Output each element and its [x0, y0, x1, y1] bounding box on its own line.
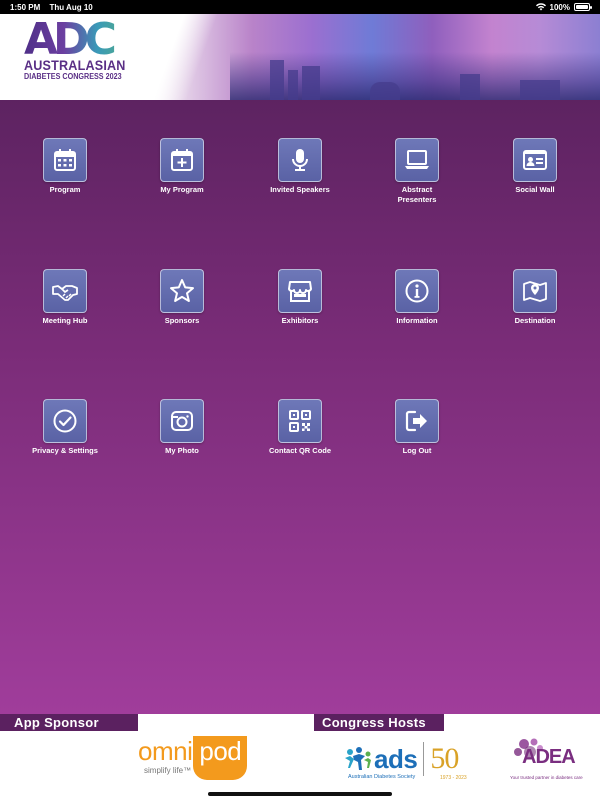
- logo-line2: DIABETES CONGRESS 2023: [24, 72, 122, 81]
- qr-code-icon: [278, 399, 322, 443]
- tile-abstract-presenters[interactable]: Abstract Presenters: [377, 138, 457, 205]
- ads-wordmark: ads: [374, 743, 418, 774]
- tile-label: Privacy & Settings: [32, 446, 98, 455]
- omnipod-logo[interactable]: omni pod simplify life™: [138, 736, 248, 780]
- tile-my-photo[interactable]: My Photo: [142, 399, 222, 456]
- tile-information[interactable]: Information: [377, 269, 457, 326]
- logo-mark: ADC: [24, 18, 137, 62]
- tile-social-wall[interactable]: Social Wall: [495, 138, 575, 195]
- battery-icon: [574, 3, 592, 11]
- store-icon: [278, 269, 322, 313]
- tile-label: My Program: [160, 185, 204, 194]
- status-bar: 1:50 PM Thu Aug 10 100%: [0, 0, 600, 14]
- tile-label: Sponsors: [164, 316, 200, 325]
- tile-program[interactable]: Program: [25, 138, 105, 195]
- tile-label: Log Out: [402, 446, 432, 455]
- tile-privacy-settings[interactable]: Privacy & Settings: [25, 399, 105, 456]
- tile-label: My Photo: [165, 446, 199, 455]
- tile-label: Contact QR Code: [268, 446, 332, 455]
- adea-wordmark: ADEA: [522, 746, 576, 768]
- calendar-icon: [43, 138, 87, 182]
- battery-level: [576, 5, 588, 9]
- tile-label: Abstract Presenters: [397, 185, 437, 204]
- status-date: Thu Aug 10: [49, 2, 93, 12]
- logo-line1: AUSTRALASIAN: [24, 57, 126, 73]
- ads-fifty: 50: [430, 742, 459, 775]
- congress-logo: ADC AUSTRALASIAN DIABETES CONGRESS 2023: [24, 18, 137, 82]
- congress-hosts-heading: Congress Hosts: [314, 714, 444, 731]
- info-icon: [395, 269, 439, 313]
- tile-meeting-hub[interactable]: Meeting Hub: [25, 269, 105, 326]
- camera-icon: [160, 399, 204, 443]
- ads-full-name: Australian Diabetes Society: [348, 774, 416, 780]
- calendar-plus-icon: [160, 138, 204, 182]
- laptop-icon: [395, 138, 439, 182]
- ads-divider: [423, 742, 425, 776]
- star-icon: [160, 269, 204, 313]
- tile-label: Destination: [514, 316, 556, 325]
- main-menu: Program My Program Invited Speakers Abst…: [0, 100, 600, 714]
- logout-icon: [395, 399, 439, 443]
- home-indicator[interactable]: [208, 792, 392, 796]
- tile-invited-speakers[interactable]: Invited Speakers: [260, 138, 340, 195]
- banner-cityscape: [230, 52, 600, 100]
- tile-destination[interactable]: Destination: [495, 269, 575, 326]
- tile-label: Program: [49, 185, 81, 194]
- map-icon: [513, 269, 557, 313]
- tile-sponsors[interactable]: Sponsors: [142, 269, 222, 326]
- tile-label: Meeting Hub: [42, 316, 88, 325]
- handshake-icon: [43, 269, 87, 313]
- tile-exhibitors[interactable]: Exhibitors: [260, 269, 340, 326]
- banner-white-slant: [140, 14, 220, 100]
- status-left: 1:50 PM Thu Aug 10: [10, 3, 100, 12]
- app-sponsor-heading: App Sponsor: [0, 714, 138, 731]
- ads-years: 1973 - 2023: [440, 775, 467, 781]
- tile-label: Information: [396, 316, 438, 325]
- header-banner: ADC AUSTRALASIAN DIABETES CONGRESS 2023: [0, 14, 600, 100]
- omnipod-tagline: simplify life™: [144, 766, 192, 775]
- sponsor-footer: App Sponsor Congress Hosts omni pod simp…: [0, 714, 600, 800]
- tile-log-out[interactable]: Log Out: [377, 399, 457, 456]
- ads-logo[interactable]: ads 50 Australian Diabetes Society 1973 …: [344, 742, 467, 781]
- tile-label: Invited Speakers: [270, 185, 330, 194]
- id-card-icon: [513, 138, 557, 182]
- status-time: 1:50 PM: [10, 2, 41, 12]
- omnipod-omni: omni: [138, 736, 193, 766]
- tile-label: Exhibitors: [281, 316, 319, 325]
- check-circle-icon: [43, 399, 87, 443]
- microphone-icon: [278, 138, 322, 182]
- omnipod-pod: pod: [193, 736, 248, 780]
- tile-my-program[interactable]: My Program: [142, 138, 222, 195]
- status-right: 100%: [535, 2, 592, 12]
- tile-label: Social Wall: [515, 185, 555, 194]
- battery-percent: 100%: [549, 2, 570, 12]
- wifi-icon: [535, 3, 546, 11]
- ads-people-icon: [345, 747, 371, 770]
- adea-tagline: Your trusted partner in diabetes care: [510, 775, 583, 780]
- tile-contact-qr-code[interactable]: Contact QR Code: [260, 399, 340, 456]
